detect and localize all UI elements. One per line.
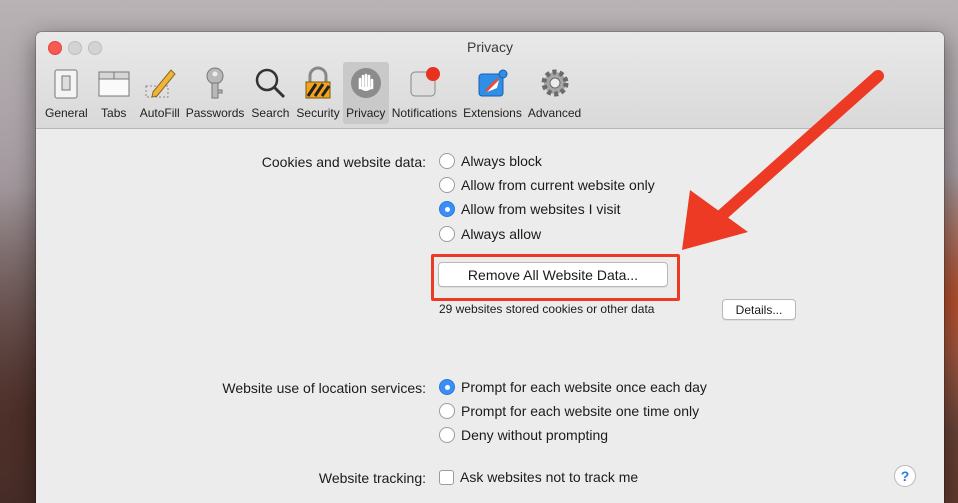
- tab-general[interactable]: General: [42, 62, 91, 124]
- cookies-option-current-website[interactable]: Allow from current website only: [439, 177, 655, 193]
- tab-label: General: [45, 106, 88, 120]
- cookies-option-websites-visited[interactable]: Allow from websites I visit: [439, 201, 620, 217]
- radio-button[interactable]: [439, 427, 455, 443]
- cookies-option-always-block[interactable]: Always block: [439, 153, 542, 169]
- radio-button[interactable]: [439, 153, 455, 169]
- tab-notifications[interactable]: Notifications: [389, 62, 460, 124]
- tabs-icon: [94, 64, 134, 102]
- padlock-icon: [298, 64, 338, 102]
- tab-search[interactable]: Search: [247, 62, 293, 124]
- tab-tabs[interactable]: Tabs: [91, 62, 137, 124]
- location-option-one-time-only[interactable]: Prompt for each website one time only: [439, 403, 699, 419]
- tracking-label: Website tracking:: [318, 470, 426, 486]
- do-not-track-checkbox[interactable]: [439, 469, 454, 485]
- option-label: Allow from websites I visit: [461, 201, 621, 217]
- checkbox-label: Ask websites not to track me: [460, 469, 639, 485]
- radio-button-selected[interactable]: [439, 201, 455, 217]
- tracking-option[interactable]: Ask websites not to track me: [439, 469, 638, 485]
- location-label: Website use of location services:: [222, 380, 426, 396]
- radio-button[interactable]: [439, 226, 455, 242]
- option-label: Allow from current website only: [461, 177, 655, 193]
- option-label: Deny without prompting: [461, 427, 609, 443]
- hand-icon: [346, 64, 386, 102]
- tab-security[interactable]: Security: [293, 62, 342, 124]
- tab-advanced[interactable]: Advanced: [525, 62, 584, 124]
- window-title: Privacy: [467, 39, 513, 55]
- toolbar: Privacy General Tabs AutoFill Passwords …: [36, 32, 944, 129]
- privacy-pane: Cookies and website data: Always block A…: [36, 129, 944, 503]
- radio-button-selected[interactable]: [439, 379, 455, 395]
- tab-label: Privacy: [346, 106, 386, 120]
- tab-label: Advanced: [527, 106, 582, 120]
- tab-label: AutoFill: [139, 106, 180, 120]
- pencil-icon: [140, 64, 180, 102]
- option-label: Always allow: [461, 226, 542, 242]
- preferences-tabs: General Tabs AutoFill Passwords Search S…: [42, 62, 584, 124]
- tab-label: Extensions: [463, 106, 522, 120]
- tab-extensions[interactable]: Extensions: [460, 62, 525, 124]
- key-icon: [195, 64, 235, 102]
- tab-label: Notifications: [391, 106, 458, 120]
- option-label: Always block: [461, 153, 542, 169]
- tab-label: Tabs: [101, 106, 127, 120]
- tab-label: Passwords: [185, 106, 245, 120]
- notification-badge-icon: [404, 64, 444, 102]
- tab-autofill[interactable]: AutoFill: [137, 62, 183, 124]
- option-label: Prompt for each website one time only: [461, 403, 700, 419]
- switch-icon: [46, 64, 86, 102]
- radio-button[interactable]: [439, 177, 455, 193]
- puzzle-icon: [472, 64, 512, 102]
- tab-label: Search: [251, 106, 290, 120]
- option-label: Prompt for each website once each day: [461, 379, 707, 395]
- tab-privacy[interactable]: Privacy: [342, 62, 389, 124]
- cookies-option-always-allow[interactable]: Always allow: [439, 226, 541, 242]
- tab-passwords[interactable]: Passwords: [183, 62, 248, 124]
- gear-icon: [535, 64, 575, 102]
- safari-preferences-window: Privacy General Tabs AutoFill Passwords …: [36, 32, 944, 503]
- help-button[interactable]: ?: [894, 465, 916, 487]
- radio-button[interactable]: [439, 403, 455, 419]
- stored-data-text: 29 websites stored cookies or other data: [439, 302, 655, 316]
- location-option-deny[interactable]: Deny without prompting: [439, 427, 608, 443]
- details-button[interactable]: Details...: [722, 299, 796, 320]
- magnifier-icon: [250, 64, 290, 102]
- cookies-label: Cookies and website data:: [261, 154, 426, 170]
- location-option-once-each-day[interactable]: Prompt for each website once each day: [439, 379, 707, 395]
- tab-label: Security: [296, 106, 340, 120]
- remove-all-website-data-button[interactable]: Remove All Website Data...: [438, 262, 668, 287]
